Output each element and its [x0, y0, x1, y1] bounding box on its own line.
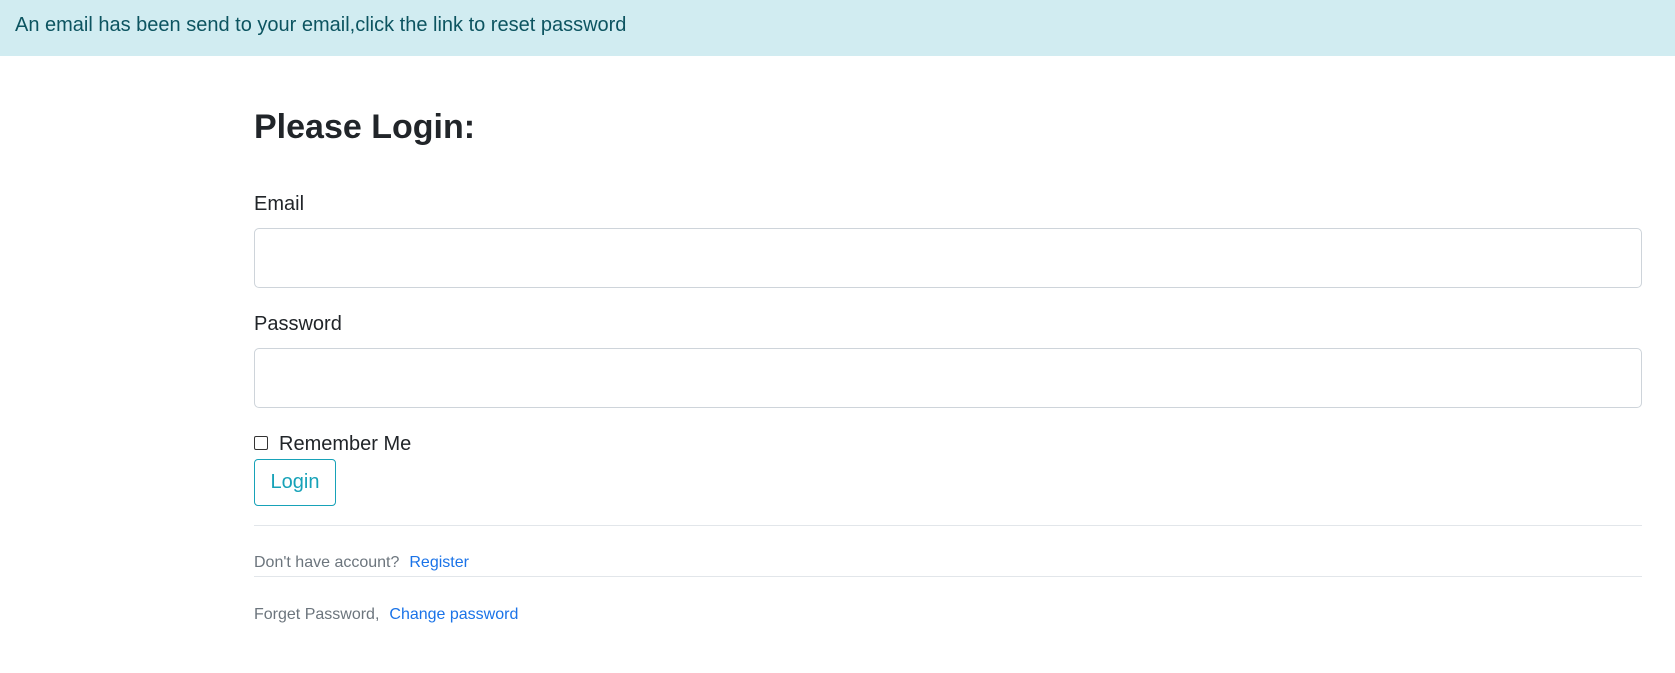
reset-email-alert: An email has been send to your email,cli…	[0, 0, 1675, 56]
change-password-link[interactable]: Change password	[389, 606, 518, 623]
register-row: Don't have account? Register	[254, 553, 469, 573]
divider	[254, 576, 1642, 577]
remember-me-row: Remember Me	[254, 432, 411, 456]
register-link[interactable]: Register	[409, 554, 469, 571]
divider	[254, 525, 1642, 526]
register-prompt: Don't have account?	[254, 554, 400, 571]
login-button[interactable]: Login	[254, 459, 336, 506]
password-label: Password	[254, 313, 342, 335]
password-field[interactable]	[254, 348, 1642, 408]
email-field[interactable]	[254, 228, 1642, 288]
alert-message: An email has been send to your email,cli…	[15, 14, 627, 36]
page-title: Please Login:	[254, 108, 476, 146]
remember-me-checkbox[interactable]	[254, 435, 268, 450]
forget-password-prompt: Forget Password,	[254, 606, 380, 623]
remember-me-label[interactable]: Remember Me	[279, 432, 411, 456]
email-label: Email	[254, 193, 305, 215]
change-password-row: Forget Password, Change password	[254, 605, 518, 625]
